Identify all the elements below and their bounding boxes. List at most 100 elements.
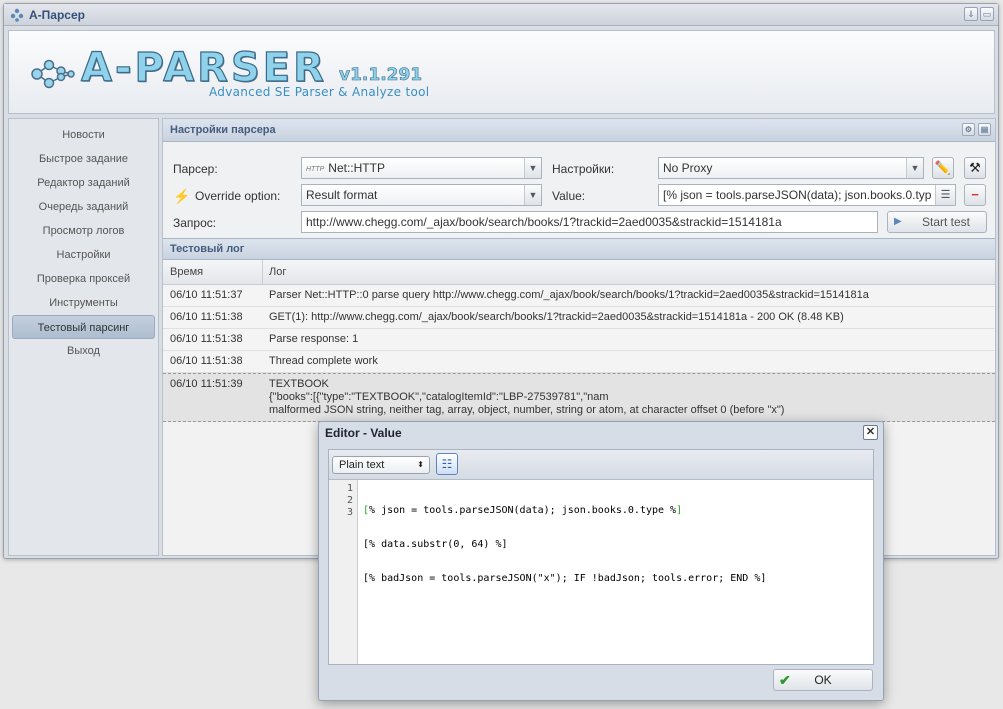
row-time: 06/10 11:51:38 <box>170 311 243 323</box>
gear-icon[interactable]: ⚙ <box>962 123 975 136</box>
start-test-label: Start test <box>922 215 971 229</box>
title-bar: A-Парсер ⇓ ▭ <box>4 4 998 26</box>
parser-settings-form: Парсер: HTTP Net::HTTP ▼ Настройки: No Pr… <box>163 142 995 238</box>
table-row-selected[interactable]: 06/10 11:51:39 TEXTBOOK {"books":[{"type… <box>163 373 995 422</box>
column-log[interactable]: Лог <box>263 260 286 284</box>
code-editor[interactable]: 1 2 3 [% json = tools.parseJSON(data); j… <box>329 480 873 664</box>
sidebar-item-proxy-check[interactable]: Проверка проксей <box>9 267 158 291</box>
ok-label: OK <box>814 673 832 687</box>
chevron-down-icon: ▼ <box>524 185 541 205</box>
play-icon: ▶ <box>894 216 902 227</box>
table-row[interactable]: 06/10 11:51:38 GET(1): http://www.chegg.… <box>163 307 995 329</box>
pin-icon[interactable]: ⇓ <box>964 7 978 21</box>
row-time: 06/10 11:51:39 <box>170 378 243 390</box>
override-label: Override option: <box>195 189 281 203</box>
app-logo-icon <box>10 8 24 22</box>
row-log-line: Thread complete work <box>269 355 378 367</box>
settings-select[interactable]: No Proxy ▼ <box>658 157 924 179</box>
editor-title: Editor - Value <box>325 426 402 440</box>
code-line: [% data.substr(0, 64) %] <box>363 539 766 551</box>
line-number: 2 <box>346 495 353 506</box>
window-title: A-Парсер <box>29 7 85 22</box>
test-log-header: Тестовый лог <box>163 238 995 260</box>
checkmark-icon: ✔ <box>779 672 791 688</box>
sidebar-item-view-logs[interactable]: Просмотр логов <box>9 219 158 243</box>
code-body: % data.substr(0, 64) % <box>369 539 502 550</box>
sidebar-item-task-editor[interactable]: Редактор заданий <box>9 171 158 195</box>
table-row[interactable]: 06/10 11:51:37 Parser Net::HTTP::0 parse… <box>163 285 995 307</box>
line-numbers-icon[interactable]: ☷ <box>436 453 458 475</box>
start-test-button[interactable]: ▶ Start test <box>887 211 987 233</box>
line-number: 1 <box>346 483 353 494</box>
parser-value: Net::HTTP <box>328 161 385 175</box>
row-log-line: GET(1): http://www.chegg.com/_ajax/book/… <box>269 311 844 323</box>
chevron-down-icon: ▼ <box>906 158 923 178</box>
row-log-line: {"books":[{"type":"TEXTBOOK","catalogIte… <box>269 391 609 403</box>
code-line: [% json = tools.parseJSON(data); json.bo… <box>363 505 766 517</box>
list-icon[interactable]: ☰ <box>935 185 955 205</box>
parser-label: Парсер: <box>173 162 218 176</box>
value-input[interactable]: [% json = tools.parseJSON(data); json.bo… <box>658 184 956 206</box>
code-text[interactable]: [% json = tools.parseJSON(data); json.bo… <box>358 480 766 664</box>
editor-title-bar: Editor - Value ✕ <box>319 422 883 444</box>
parser-select[interactable]: HTTP Net::HTTP ▼ <box>301 157 542 179</box>
value-label: Value: <box>552 189 586 203</box>
query-text: http://www.chegg.com/_ajax/book/search/b… <box>306 215 782 229</box>
table-row[interactable]: 06/10 11:51:38 Thread complete work <box>163 351 995 373</box>
tools-icon[interactable]: ⚒ <box>964 157 986 179</box>
table-row[interactable]: 06/10 11:51:38 Parse response: 1 <box>163 329 995 351</box>
row-log-line: malformed JSON string, neither tag, arra… <box>269 404 785 416</box>
logo-subtitle: Advanced SE Parser & Analyze tool <box>209 85 430 99</box>
code-line: [% badJson = tools.parseJSON("x"); IF !b… <box>363 573 766 585</box>
row-log-line: TEXTBOOK <box>269 378 329 390</box>
line-number: 3 <box>346 507 353 518</box>
window-toggle-icon[interactable]: ▭ <box>980 7 994 21</box>
sidebar-item-settings[interactable]: Настройки <box>9 243 158 267</box>
row-log-line: Parse response: 1 <box>269 333 359 345</box>
edit-pencil-icon[interactable]: ✏️ <box>932 157 954 179</box>
editor-dialog: Editor - Value ✕ Plain text ⬍ ☷ 1 2 3 [%… <box>318 421 884 701</box>
query-input[interactable]: http://www.chegg.com/_ajax/book/search/b… <box>301 211 878 233</box>
override-select[interactable]: Result format ▼ <box>301 184 542 206</box>
editor-body: Plain text ⬍ ☷ 1 2 3 [% json = tools.par… <box>328 449 874 665</box>
row-time: 06/10 11:51:37 <box>170 289 243 301</box>
row-time: 06/10 11:51:38 <box>170 333 243 345</box>
value-text: [% json = tools.parseJSON(data); json.bo… <box>663 188 932 202</box>
code-body: % badJson = tools.parseJSON("x"); IF !ba… <box>369 573 761 584</box>
http-icon: HTTP <box>306 166 325 173</box>
parser-settings-header: Настройки парсера ⚙ ▤ <box>163 119 995 142</box>
collapse-icon[interactable]: ▤ <box>978 123 991 136</box>
editor-toolbar: Plain text ⬍ ☷ <box>329 450 873 480</box>
parser-settings-title: Настройки парсера <box>170 124 276 136</box>
test-log-title: Тестовый лог <box>170 243 245 255</box>
bracket: ] <box>501 539 508 550</box>
row-log-line: Parser Net::HTTP::0 parse query http://w… <box>269 289 869 301</box>
chevron-down-icon: ▼ <box>524 158 541 178</box>
sidebar-item-test-parsing[interactable]: Тестовый парсинг <box>12 315 155 339</box>
ok-button[interactable]: ✔ OK <box>773 669 873 691</box>
logo-molecule-icon <box>31 59 75 89</box>
sidebar-item-exit[interactable]: Выход <box>9 339 158 363</box>
sidebar: Новости Быстрое задание Редактор заданий… <box>8 118 159 556</box>
bracket: ] <box>760 573 767 584</box>
sidebar-item-task-queue[interactable]: Очередь заданий <box>9 195 158 219</box>
bracket: ] <box>676 505 683 516</box>
settings-label: Настройки: <box>552 162 615 176</box>
mode-value: Plain text <box>339 459 385 471</box>
close-icon[interactable]: ✕ <box>863 425 878 440</box>
column-time[interactable]: Время <box>163 260 263 284</box>
log-table-header: Время Лог <box>163 260 995 285</box>
code-body: % json = tools.parseJSON(data); json.boo… <box>369 505 677 516</box>
query-label: Запрос: <box>173 216 217 230</box>
sidebar-item-quick-task[interactable]: Быстрое задание <box>9 147 158 171</box>
override-value: Result format <box>306 188 378 202</box>
sidebar-item-news[interactable]: Новости <box>9 123 158 147</box>
remove-icon[interactable]: − <box>964 184 986 206</box>
updown-icon: ⬍ <box>417 460 424 469</box>
row-time: 06/10 11:51:38 <box>170 355 243 367</box>
sidebar-item-tools[interactable]: Инструменты <box>9 291 158 315</box>
mode-select[interactable]: Plain text ⬍ <box>332 456 430 474</box>
lightning-icon: ⚡ <box>173 188 191 204</box>
settings-value: No Proxy <box>663 161 713 175</box>
line-number-gutter: 1 2 3 <box>329 480 358 664</box>
